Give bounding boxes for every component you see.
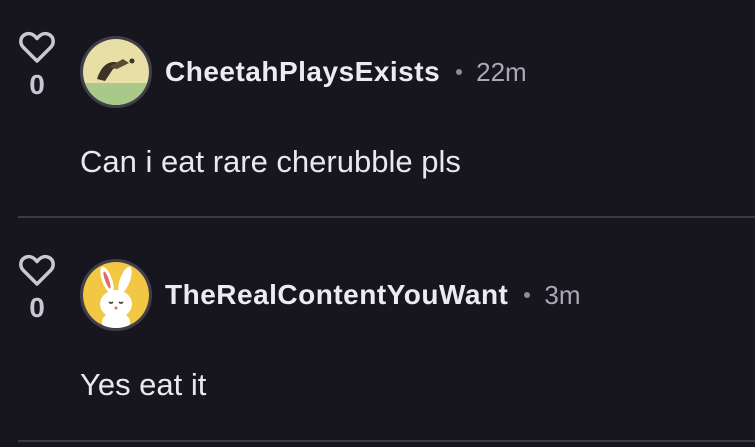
divider xyxy=(18,440,755,442)
comment-meta: TheRealContentYouWant 3m xyxy=(165,275,581,315)
like-count: 0 xyxy=(29,292,45,323)
comment-item: 0 TheRealContentYouWant 3m Yes eat it xyxy=(0,223,755,445)
cheetah-avatar-icon xyxy=(83,39,149,105)
separator-dot xyxy=(456,69,463,75)
comment-list: 0 CheetahPlaysExists 22m Can i eat rare … xyxy=(0,0,755,447)
username[interactable]: TheRealContentYouWant xyxy=(165,279,508,311)
comment-text: Yes eat it xyxy=(80,367,207,402)
bunny-avatar-icon xyxy=(83,262,149,328)
divider xyxy=(18,216,755,218)
like-column: 0 xyxy=(16,30,58,100)
like-column: 0 xyxy=(16,253,58,323)
avatar[interactable] xyxy=(80,259,152,331)
heart-icon xyxy=(19,254,55,286)
comment-item: 0 CheetahPlaysExists 22m Can i eat rare … xyxy=(0,0,755,222)
username[interactable]: CheetahPlaysExists xyxy=(165,56,440,88)
heart-icon xyxy=(19,31,55,63)
like-button[interactable] xyxy=(16,30,58,66)
timestamp: 22m xyxy=(476,56,527,87)
like-button[interactable] xyxy=(16,253,58,289)
comment-text: Can i eat rare cherubble pls xyxy=(80,144,461,179)
like-count: 0 xyxy=(29,69,45,100)
avatar[interactable] xyxy=(80,36,152,108)
separator-dot xyxy=(524,292,531,298)
timestamp: 3m xyxy=(544,279,581,310)
comment-meta: CheetahPlaysExists 22m xyxy=(165,52,527,92)
